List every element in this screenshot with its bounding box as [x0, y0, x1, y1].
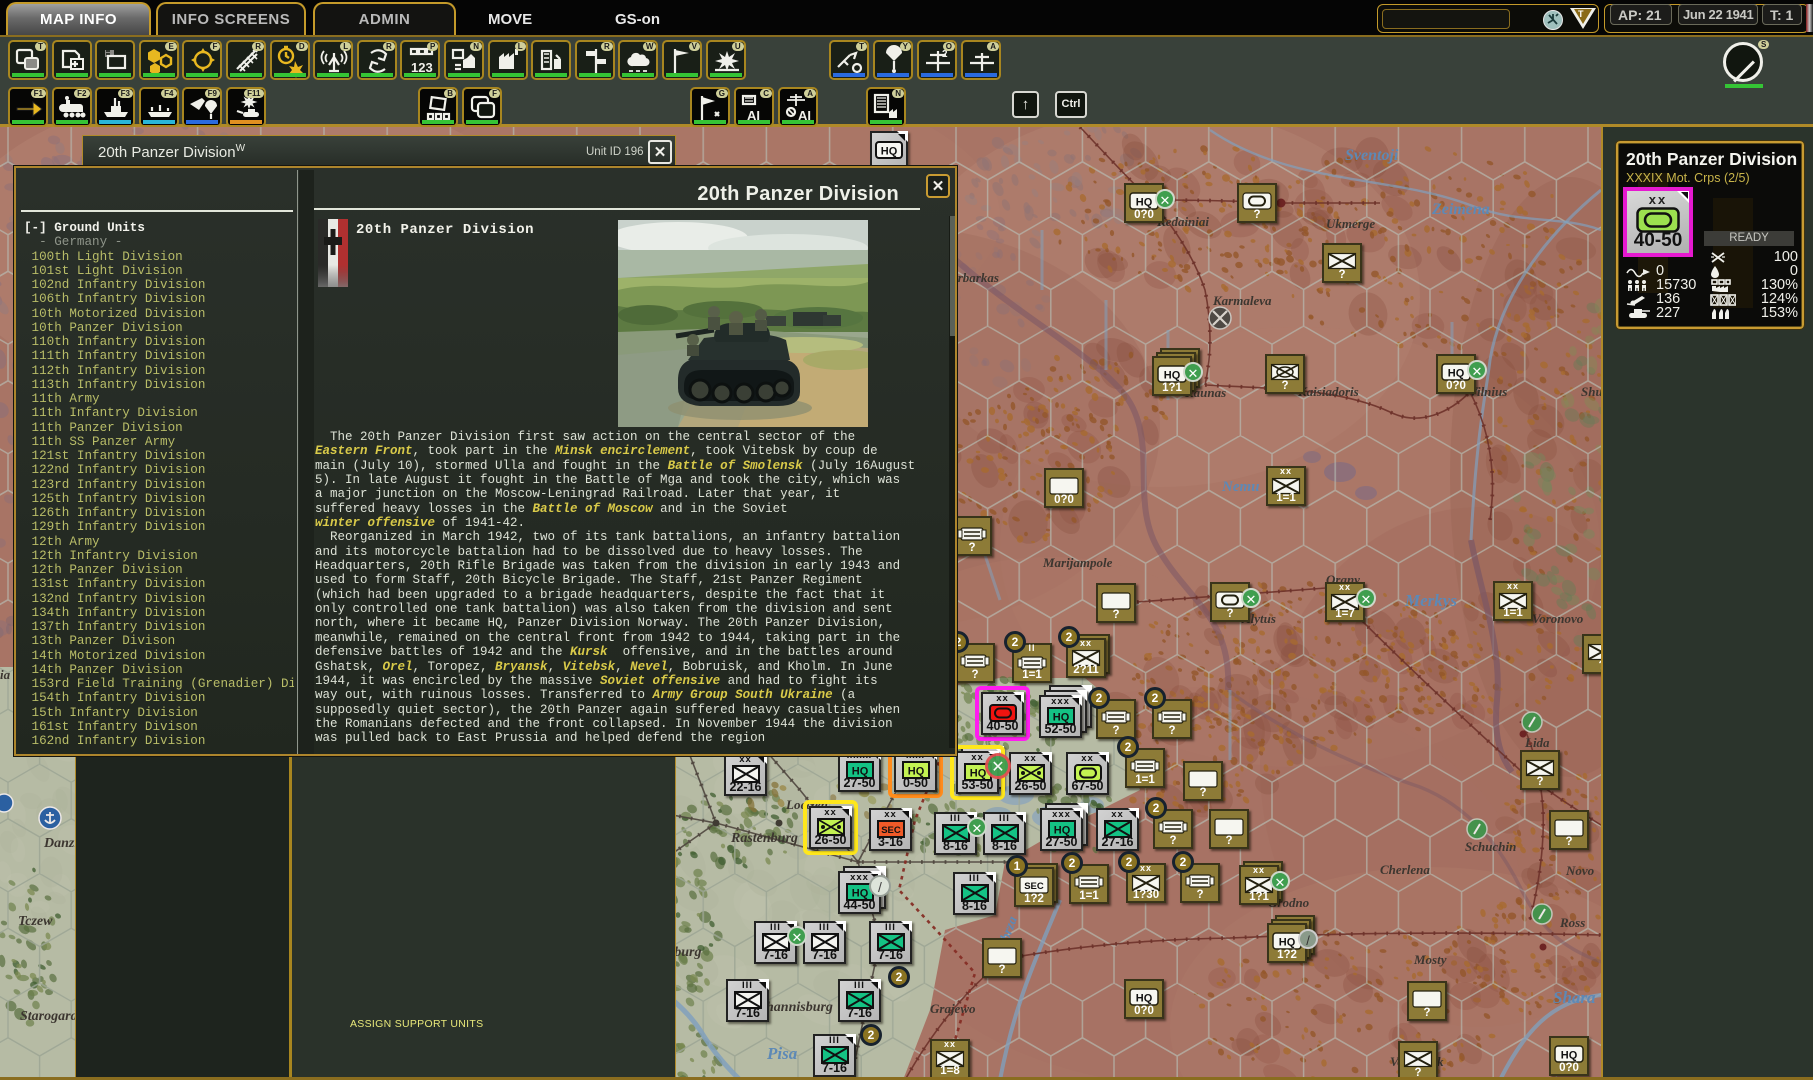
svg-text:HQ: HQ	[1136, 993, 1153, 1005]
svg-text:HQ: HQ	[1448, 368, 1465, 380]
svg-text:SEC: SEC	[1024, 881, 1044, 892]
svg-text:HQ: HQ	[1279, 937, 1296, 949]
svg-text:HQ: HQ	[1164, 370, 1181, 382]
svg-text:HQ: HQ	[1136, 197, 1153, 209]
svg-text:HQ: HQ	[1561, 1050, 1578, 1062]
svg-text:HQ: HQ	[881, 146, 898, 158]
